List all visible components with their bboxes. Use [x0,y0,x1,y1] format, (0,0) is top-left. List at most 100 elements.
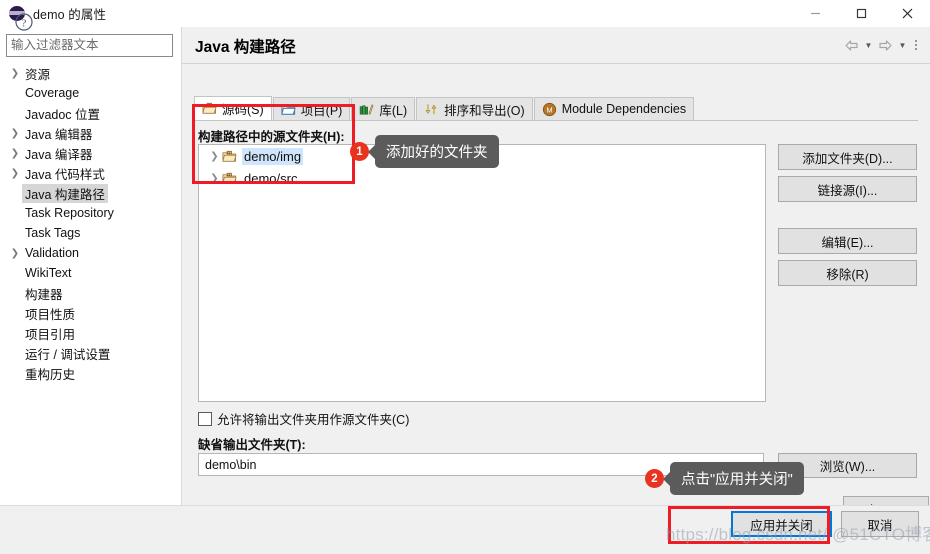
sidebar-item-label: Java 代码样式 [25,167,105,182]
tabs-underline [194,120,918,121]
allow-output-as-source-checkbox[interactable] [198,411,212,426]
forward-arrow-icon[interactable] [876,36,895,54]
tab-3[interactable]: 排序和导出(O) [416,97,533,121]
sidebar-item-11[interactable]: 构建器 [0,283,181,303]
source-folder-icon [202,101,217,116]
chevron-right-icon[interactable]: ❯ [8,248,22,259]
svg-text:?: ? [22,18,27,30]
sidebar-item-label: Java 构建路径 [22,183,108,203]
allow-output-as-source-row[interactable]: 允许将输出文件夹用作源文件夹(C) [198,409,409,428]
side-button-0[interactable]: 添加文件夹(D)... [778,144,917,170]
chevron-right-icon[interactable]: ❯ [8,148,22,159]
page-header: Java 构建路径 ▼ ▼ [182,27,930,64]
window-title: demo 的属性 [33,8,107,22]
sidebar-item-14[interactable]: 运行 / 调试设置 [0,343,181,363]
side-button-2[interactable]: 编辑(E)... [778,228,917,254]
close-icon[interactable] [884,0,930,27]
tab-1[interactable]: 项目(P) [272,97,351,121]
vertical-dots-icon[interactable] [910,36,922,54]
window-titlebar: demo 的属性 [0,0,930,27]
sidebar-item-3[interactable]: ❯ Java 编辑器 [0,123,181,143]
sidebar-item-label: 项目性质 [25,307,76,322]
sidebar-item-label: Task Repository [25,206,114,220]
forward-history-chevron-down-icon[interactable]: ▼ [897,36,908,54]
annotation-callout-1: 添加好的文件夹 [375,135,499,168]
tab-label: 排序和导出(O) [444,103,525,118]
sidebar-item-4[interactable]: ❯ Java 编译器 [0,143,181,163]
source-folder-item[interactable]: ❯ demo/src [199,167,765,189]
side-button-1[interactable]: 链接源(I)... [778,176,917,202]
source-folder-icon [222,171,237,186]
maximize-icon[interactable] [838,0,884,27]
filter-input[interactable]: 输入过滤器文本 [6,34,173,57]
back-arrow-icon[interactable] [842,36,861,54]
tab-0[interactable]: 源码(S) [194,96,272,121]
sidebar-item-2[interactable]: Javadoc 位置 [0,103,181,123]
apply-and-close-button[interactable]: 应用并关闭 [731,511,832,537]
sidebar-item-6[interactable]: Java 构建路径 [0,183,181,203]
project-folder-icon [281,102,296,117]
sidebar-item-7[interactable]: Task Repository [0,203,181,223]
sidebar-item-9[interactable]: ❯ Validation [0,243,181,263]
source-folder-label: demo/src [244,170,298,186]
source-folders-label: 构建路径中的源文件夹(H): [198,130,345,144]
order-export-arrows-icon [424,102,439,117]
library-books-icon [359,102,374,117]
page-title: Java 构建路径 [195,39,296,56]
sidebar-item-13[interactable]: 项目引用 [0,323,181,343]
sidebar-item-label: 重构历史 [25,367,76,382]
back-history-chevron-down-icon[interactable]: ▼ [863,36,874,54]
annotation-badge-1: 1 [350,142,369,161]
settings-sidebar: 输入过滤器文本 ❯ 资源 Coverage Javadoc 位置 ❯ Java 编辑器 ❯ J… [0,27,182,505]
chevron-right-icon[interactable]: ❯ [8,128,22,139]
sidebar-item-label: Task Tags [25,226,81,240]
tab-label: 库(L) [379,103,408,118]
minimize-icon[interactable] [792,0,838,27]
source-folders-list[interactable]: ❯ demo/img ❯ demo/src [198,144,766,402]
sidebar-item-8[interactable]: Task Tags [0,223,181,243]
sidebar-item-15[interactable]: 重构历史 [0,363,181,383]
side-button-3[interactable]: 移除(R) [778,260,917,286]
default-output-label: 缺省输出文件夹(T): [198,438,306,452]
sidebar-item-label: Java 编译器 [25,147,93,162]
annotation-badge-2: 2 [645,469,664,488]
properties-dialog: demo 的属性 输入过滤器文本 ❯ 资源 Coverage Javadoc 位置 ❯ J… [0,0,930,554]
chevron-right-icon[interactable]: ❯ [207,151,222,162]
module-badge-icon: M [542,102,557,117]
sidebar-item-label: Javadoc 位置 [25,107,101,122]
build-path-tabs: 源码(S) 项目(P) 库(L) 排序和导出(O) M Module Dependenci… [194,96,695,121]
sidebar-item-12[interactable]: 项目性质 [0,303,181,323]
sidebar-item-0[interactable]: ❯ 资源 [0,63,181,83]
cancel-button[interactable]: 取消 [841,511,919,537]
source-folder-icon [222,149,237,164]
sidebar-item-label: Validation [25,246,79,260]
build-path-panel: 源码(S) 项目(P) 库(L) 排序和导出(O) M Module Dependenci… [182,64,930,522]
sidebar-tree: ❯ 资源 Coverage Javadoc 位置 ❯ Java 编辑器 ❯ Java 编译器 ❯… [0,63,181,383]
sidebar-item-1[interactable]: Coverage [0,83,181,103]
dialog-body: 输入过滤器文本 ❯ 资源 Coverage Javadoc 位置 ❯ Java 编辑器 ❯ J… [0,27,930,522]
tab-4[interactable]: M Module Dependencies [533,97,695,121]
window-controls [792,0,930,27]
tab-2[interactable]: 库(L) [351,97,416,121]
chevron-right-icon[interactable]: ❯ [207,173,222,184]
sidebar-item-label: WikiText [25,266,72,280]
svg-text:M: M [546,105,552,114]
help-question-icon[interactable]: ? [14,12,34,32]
page-nav: ▼ ▼ [842,36,922,54]
tab-label: Module Dependencies [561,102,687,116]
sidebar-item-10[interactable]: WikiText [0,263,181,283]
sidebar-item-label: Coverage [25,86,80,100]
chevron-right-icon[interactable]: ❯ [8,68,22,79]
annotation-callout-2: 点击"应用并关闭" [670,462,804,495]
settings-page: Java 构建路径 ▼ ▼ 源码(S) 项目(P) 库(L) 排序和导出(O) … [182,27,930,522]
sidebar-item-label: Java 编辑器 [25,127,93,142]
chevron-right-icon[interactable]: ❯ [8,168,22,179]
tab-label: 项目(P) [300,103,343,118]
allow-output-as-source-label: 允许将输出文件夹用作源文件夹(C) [217,413,410,427]
source-folder-label: demo/img [242,147,304,165]
sidebar-item-label: 构建器 [25,287,63,302]
sidebar-item-label: 运行 / 调试设置 [25,347,111,362]
sidebar-item-5[interactable]: ❯ Java 代码样式 [0,163,181,183]
sidebar-item-label: 资源 [25,67,51,82]
tab-label: 源码(S) [222,103,264,117]
